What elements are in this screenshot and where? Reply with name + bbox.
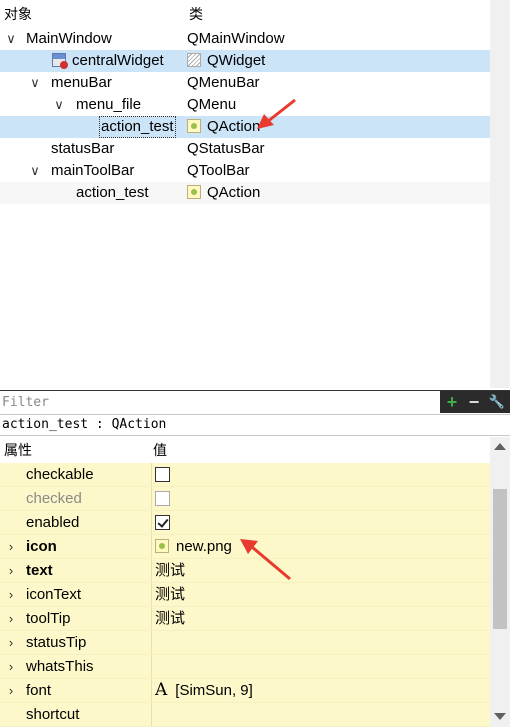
- object-class: QMenuBar: [187, 74, 260, 91]
- scroll-down-icon[interactable]: [494, 713, 506, 720]
- tree-row-mainwindow[interactable]: ∨ MainWindow QMainWindow: [0, 28, 490, 50]
- chevron-right-icon[interactable]: ›: [4, 655, 18, 678]
- prop-name: checkable: [26, 466, 94, 483]
- tree-row-menubar[interactable]: ∨ menuBar QMenuBar: [0, 72, 490, 94]
- header-property[interactable]: 属性: [4, 437, 32, 463]
- prop-name: icon: [26, 538, 57, 555]
- chevron-right-icon[interactable]: ›: [4, 535, 18, 558]
- prop-row-statustip[interactable]: › statusTip: [0, 631, 490, 655]
- action-icon: [187, 185, 201, 199]
- tree-row-statusbar[interactable]: statusBar QStatusBar: [0, 138, 490, 160]
- prop-value[interactable]: [SimSun, 9]: [175, 682, 253, 699]
- prop-name: text: [26, 562, 53, 579]
- object-class: QAction: [207, 118, 261, 135]
- object-name: statusBar: [51, 140, 115, 157]
- checked-checkbox: [155, 491, 170, 506]
- scroll-up-icon[interactable]: [494, 443, 506, 450]
- prop-row-shortcut[interactable]: shortcut: [0, 703, 490, 727]
- prop-name: checked: [26, 490, 82, 507]
- prop-row-enabled[interactable]: enabled: [0, 511, 490, 535]
- header-class[interactable]: 类: [189, 0, 203, 28]
- prop-value[interactable]: 测试: [155, 583, 185, 606]
- prop-name: font: [26, 682, 52, 699]
- prop-value[interactable]: new.png: [176, 538, 232, 555]
- object-name: action_test: [99, 116, 176, 138]
- central-widget-icon: [52, 53, 68, 69]
- property-editor: 属性 值 checkable checked enabled › icon ne…: [0, 437, 490, 727]
- chevron-down-icon[interactable]: ∨: [28, 160, 42, 182]
- chevron-right-icon[interactable]: ›: [4, 631, 18, 654]
- prop-row-checkable[interactable]: checkable: [0, 463, 490, 487]
- filter-input[interactable]: [0, 391, 442, 413]
- scrollbar-thumb[interactable]: [493, 489, 507, 629]
- chevron-right-icon[interactable]: ›: [4, 583, 18, 606]
- action-icon: [187, 119, 201, 133]
- chevron-right-icon[interactable]: ›: [4, 679, 18, 702]
- filter-bar: + − 🔧: [0, 390, 510, 415]
- object-inspector: 对象 类 ∨ MainWindow QMainWindow centralWid…: [0, 0, 490, 388]
- property-caption: action_test : QAction: [0, 414, 510, 436]
- prop-row-tooltip[interactable]: › toolTip 测试: [0, 607, 490, 631]
- font-icon: A: [155, 680, 168, 700]
- prop-value[interactable]: 测试: [155, 607, 185, 630]
- enabled-checkbox[interactable]: [155, 515, 170, 530]
- chevron-down-icon[interactable]: ∨: [52, 94, 66, 116]
- widget-icon: [187, 53, 201, 67]
- prop-name: statusTip: [26, 634, 87, 651]
- object-class: QAction: [207, 184, 261, 201]
- object-name: menuBar: [51, 74, 112, 91]
- tree-row-action-test-toolbar[interactable]: action_test QAction: [0, 182, 490, 204]
- prop-row-checked[interactable]: checked: [0, 487, 490, 511]
- prop-name: toolTip: [26, 610, 71, 627]
- remove-button[interactable]: −: [463, 391, 485, 413]
- wrench-icon[interactable]: 🔧: [486, 391, 508, 413]
- filter-toolbar: + − 🔧: [440, 391, 510, 413]
- header-object[interactable]: 对象: [4, 0, 32, 28]
- prop-name: iconText: [26, 586, 82, 603]
- object-name: centralWidget: [72, 52, 164, 69]
- object-class: QMenu: [187, 96, 237, 113]
- annotation-arrow-icon: [257, 98, 296, 129]
- tree-row-action-test-menu[interactable]: action_test QAction: [0, 116, 490, 138]
- prop-row-font[interactable]: › font A [SimSun, 9]: [0, 679, 490, 703]
- prop-name: shortcut: [26, 706, 80, 723]
- object-name: mainToolBar: [51, 162, 135, 179]
- object-class: QWidget: [207, 52, 266, 69]
- object-class: QToolBar: [187, 162, 250, 179]
- prop-value[interactable]: 测试: [155, 559, 185, 582]
- chevron-right-icon[interactable]: ›: [4, 607, 18, 630]
- annotation-arrow-icon: [240, 539, 291, 581]
- header-value[interactable]: 值: [153, 437, 167, 463]
- inspector-scrollbar[interactable]: [490, 0, 510, 388]
- object-name: MainWindow: [26, 30, 112, 47]
- prop-name: whatsThis: [26, 658, 94, 675]
- new-file-icon: [155, 539, 169, 553]
- chevron-right-icon[interactable]: ›: [4, 559, 18, 582]
- tree-row-maintoolbar[interactable]: ∨ mainToolBar QToolBar: [0, 160, 490, 182]
- object-class: QMainWindow: [187, 30, 285, 47]
- object-name: menu_file: [76, 96, 142, 113]
- tree-row-centralwidget[interactable]: centralWidget QWidget: [0, 50, 490, 72]
- prop-row-whatsthis[interactable]: › whatsThis: [0, 655, 490, 679]
- prop-row-icontext[interactable]: › iconText 测试: [0, 583, 490, 607]
- chevron-down-icon[interactable]: ∨: [4, 28, 18, 50]
- object-name: action_test: [76, 184, 149, 201]
- tree-row-menu-file[interactable]: ∨ menu_file QMenu: [0, 94, 490, 116]
- checkable-checkbox[interactable]: [155, 467, 170, 482]
- prop-name: enabled: [26, 514, 80, 531]
- property-scrollbar[interactable]: [490, 437, 510, 727]
- chevron-down-icon[interactable]: ∨: [28, 72, 42, 94]
- object-class: QStatusBar: [187, 140, 265, 157]
- add-button[interactable]: +: [441, 391, 463, 413]
